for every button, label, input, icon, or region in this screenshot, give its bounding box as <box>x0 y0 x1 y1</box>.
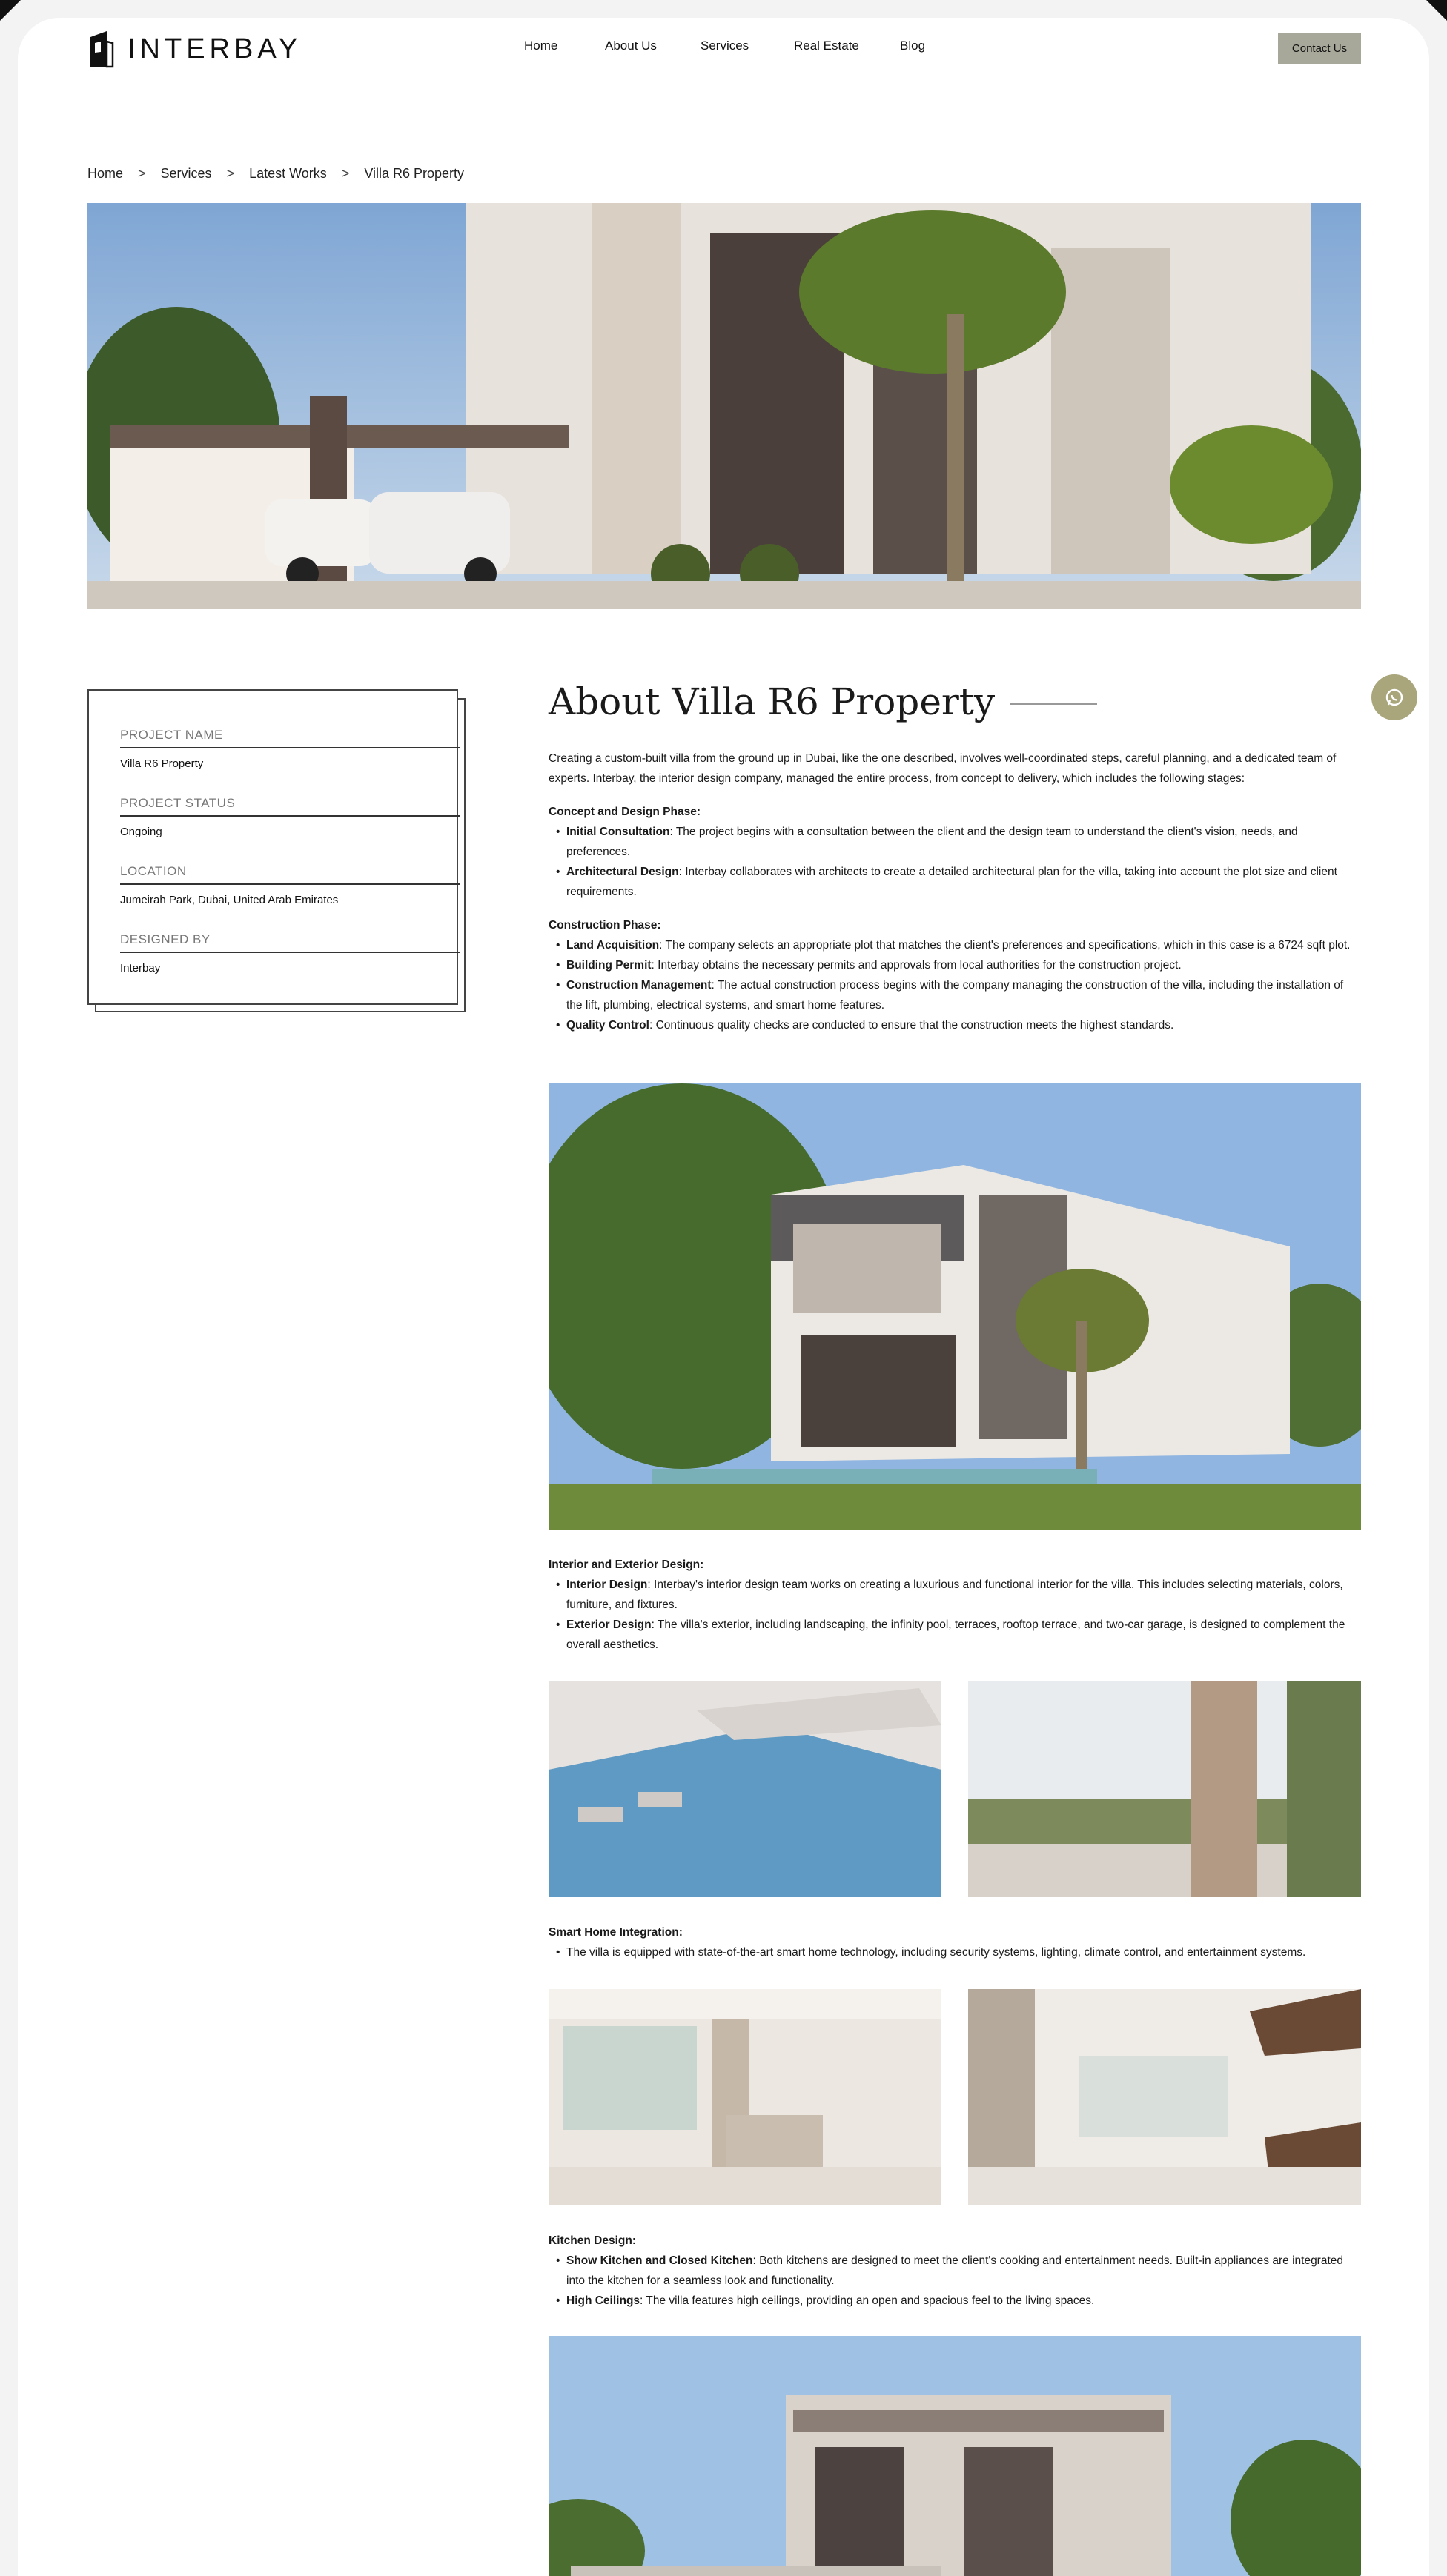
whatsapp-icon <box>1385 688 1403 706</box>
section-list: Interior Design: Interbay's interior des… <box>549 1575 1361 1655</box>
whatsapp-chat-button[interactable] <box>1371 674 1417 720</box>
breadcrumb: Home > Services > Latest Works > Villa R… <box>87 166 464 182</box>
breadcrumb-separator: > <box>341 166 350 181</box>
breadcrumb-home[interactable]: Home <box>87 166 123 182</box>
hero-villa-image <box>87 203 1361 609</box>
terrace-view-image <box>968 1681 1361 1897</box>
breadcrumb-latest-works[interactable]: Latest Works <box>249 166 327 182</box>
list-item: Exterior Design: The villa's exterior, i… <box>549 1615 1361 1655</box>
list-item: Interior Design: Interbay's interior des… <box>549 1575 1361 1615</box>
smart-home-section: Smart Home Integration: The villa is equ… <box>549 1922 1361 1962</box>
breadcrumb-services[interactable]: Services <box>161 166 212 182</box>
list-item: Quality Control: Continuous quality chec… <box>549 1015 1361 1035</box>
page-title: About Villa R6 Property <box>549 680 996 723</box>
designed-by-label: DESIGNED BY <box>120 932 460 953</box>
infinity-pool-image <box>549 1681 941 1897</box>
breadcrumb-current: Villa R6 Property <box>364 166 465 181</box>
kitchen-image <box>549 1989 941 2205</box>
section-heading: Smart Home Integration: <box>549 1926 683 1939</box>
project-name-value: Villa R6 Property <box>120 757 204 770</box>
list-item: Architectural Design: Interbay collabora… <box>549 862 1361 902</box>
title-divider <box>1010 703 1098 705</box>
kitchen-design-section: Kitchen Design: Show Kitchen and Closed … <box>549 2231 1361 2311</box>
breadcrumb-separator: > <box>138 166 146 181</box>
project-name-label: PROJECT NAME <box>120 728 460 748</box>
project-info-card: PROJECT NAME Villa R6 Property PROJECT S… <box>87 689 460 1005</box>
section-heading: Interior and Exterior Design: <box>549 1558 704 1571</box>
section-list: Land Acquisition: The company selects an… <box>549 935 1361 1035</box>
nav-services[interactable]: Services <box>701 39 749 53</box>
villa-facade-image <box>549 2336 1361 2576</box>
villa-exterior-image <box>549 1083 1361 1530</box>
about-title-row: About Villa R6 Property <box>549 680 1098 723</box>
breadcrumb-separator: > <box>226 166 235 181</box>
section-list: Initial Consultation: The project begins… <box>549 822 1361 902</box>
window-corner <box>1426 0 1447 21</box>
project-status-label: PROJECT STATUS <box>120 796 460 817</box>
section-heading: Construction Phase: <box>549 919 661 932</box>
list-item: Building Permit: Interbay obtains the ne… <box>549 955 1361 975</box>
window-corner <box>0 0 21 21</box>
nav-about-us[interactable]: About Us <box>605 39 657 53</box>
section-heading: Kitchen Design: <box>549 2234 636 2247</box>
location-value: Jumeirah Park, Dubai, United Arab Emirat… <box>120 894 339 906</box>
list-item: Land Acquisition: The company selects an… <box>549 935 1361 955</box>
nav-home[interactable]: Home <box>524 39 557 53</box>
list-item: Initial Consultation: The project begins… <box>549 822 1361 862</box>
main-nav: Home About Us Services Real Estate Blog <box>0 39 1447 59</box>
nav-blog[interactable]: Blog <box>900 39 925 53</box>
intro-paragraph: Creating a custom-built villa from the g… <box>549 752 1337 785</box>
section-list: Show Kitchen and Closed Kitchen: Both ki… <box>549 2251 1361 2311</box>
designed-by-value: Interbay <box>120 962 161 975</box>
staircase-image <box>968 1989 1361 2205</box>
list-item: The villa is equipped with state-of-the-… <box>549 1942 1361 1962</box>
section-list: The villa is equipped with state-of-the-… <box>549 1942 1361 1962</box>
about-intro: Creating a custom-built villa from the g… <box>549 748 1361 1035</box>
contact-us-button[interactable]: Contact Us <box>1278 33 1361 64</box>
list-item: High Ceilings: The villa features high c… <box>549 2291 1361 2311</box>
location-label: LOCATION <box>120 864 460 885</box>
list-item: Construction Management: The actual cons… <box>549 975 1361 1015</box>
list-item: Show Kitchen and Closed Kitchen: Both ki… <box>549 2251 1361 2291</box>
interior-exterior-section: Interior and Exterior Design: Interior D… <box>549 1555 1361 1655</box>
nav-real-estate[interactable]: Real Estate <box>794 39 859 53</box>
section-heading: Concept and Design Phase: <box>549 806 701 818</box>
project-status-value: Ongoing <box>120 826 162 838</box>
